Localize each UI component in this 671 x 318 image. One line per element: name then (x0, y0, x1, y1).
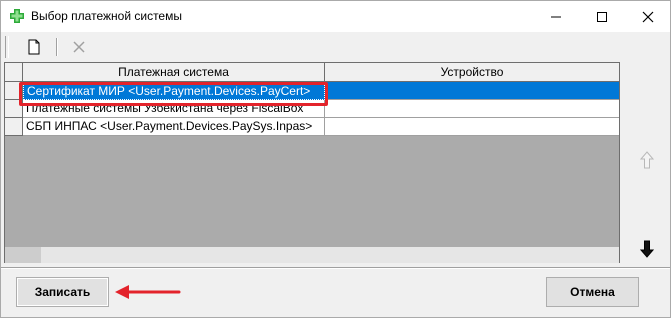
cell-device[interactable] (325, 118, 619, 136)
move-up-button[interactable] (635, 148, 659, 172)
arrow-up-icon (640, 151, 654, 169)
grid-header: Платежная система Устройство (5, 63, 619, 82)
column-header-system[interactable]: Платежная система (23, 63, 325, 82)
column-header-device[interactable]: Устройство (325, 63, 619, 82)
maximize-icon (597, 11, 607, 22)
bottom-separator (1, 267, 670, 269)
toolbar (1, 32, 670, 62)
annotation-arrow (115, 285, 181, 299)
window-title: Выбор платежной системы (31, 9, 182, 23)
new-document-icon (28, 39, 40, 55)
delete-x-icon (73, 41, 85, 53)
cancel-button[interactable]: Отмена (546, 277, 639, 307)
scrollbar-thumb[interactable] (5, 247, 41, 263)
title-bar[interactable]: Выбор платежной системы (1, 1, 670, 32)
header-indicator (5, 63, 23, 82)
dialog-window: Выбор платежной системы Платежная систем… (0, 0, 671, 318)
save-button[interactable]: Записать (16, 277, 109, 307)
maximize-button[interactable] (579, 1, 625, 32)
move-down-button[interactable] (635, 237, 659, 261)
delete-button[interactable] (68, 36, 90, 58)
minimize-icon (551, 16, 561, 17)
horizontal-scrollbar[interactable] (5, 247, 619, 263)
cell-device[interactable] (325, 100, 619, 118)
table-row[interactable]: СБП ИНПАС <User.Payment.Devices.PaySys.I… (5, 118, 619, 136)
toolbar-grip[interactable] (5, 36, 9, 58)
close-icon (642, 11, 654, 22)
arrow-down-icon (640, 240, 654, 258)
close-button[interactable] (625, 1, 670, 32)
new-button[interactable] (23, 36, 45, 58)
annotation-highlight (19, 82, 328, 106)
cell-system[interactable]: СБП ИНПАС <User.Payment.Devices.PaySys.I… (23, 118, 325, 136)
green-cross-icon (9, 8, 25, 24)
cell-device[interactable] (325, 82, 619, 100)
toolbar-separator (56, 38, 58, 56)
row-indicator[interactable] (5, 118, 23, 136)
minimize-button[interactable] (533, 1, 579, 32)
